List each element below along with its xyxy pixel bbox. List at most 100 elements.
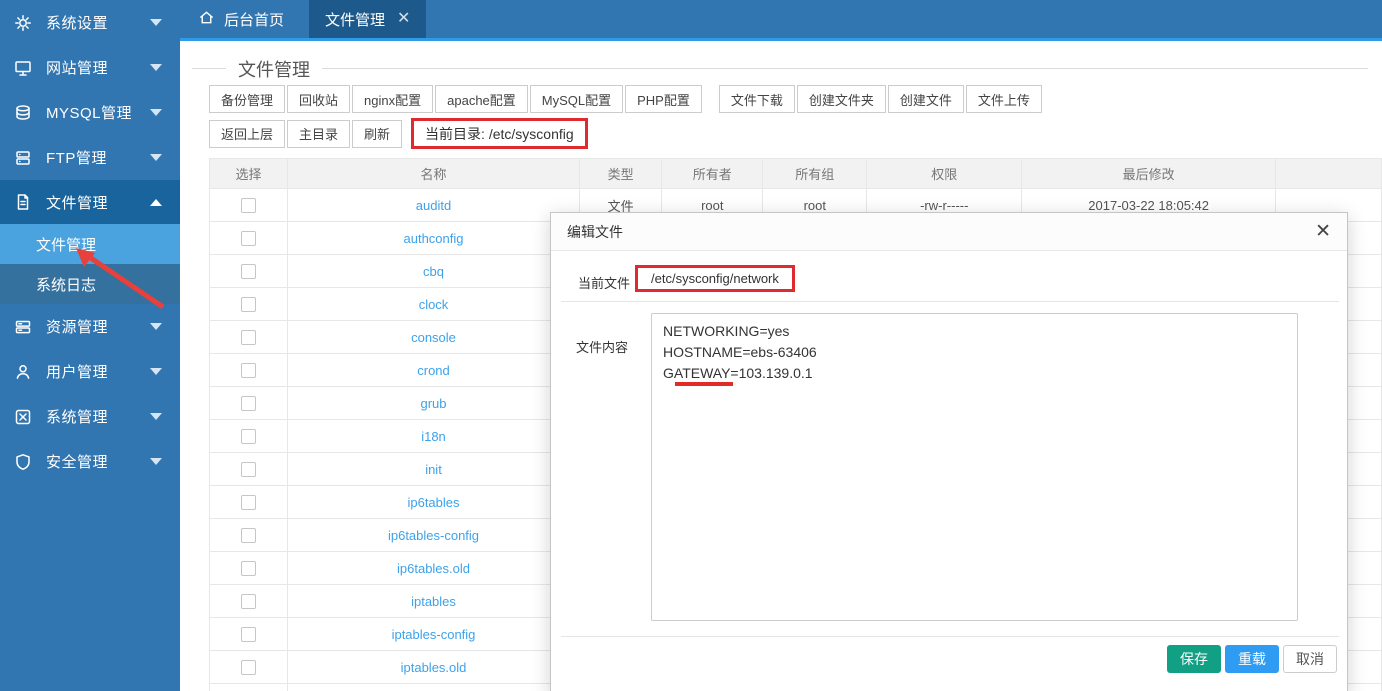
column-header: 所有者 bbox=[662, 159, 763, 189]
chevron-down-icon bbox=[150, 19, 162, 26]
file-name-link[interactable]: i18n bbox=[421, 429, 446, 444]
toolbar-top: 备份管理回收站nginx配置apache配置MySQL配置PHP配置 文件下载创… bbox=[209, 85, 1382, 113]
column-header: 名称 bbox=[288, 159, 580, 189]
sidebar-subitem[interactable]: 文件管理 bbox=[0, 224, 180, 264]
dialog-footer-divider bbox=[561, 636, 1339, 637]
file-content-label: 文件内容 bbox=[576, 337, 628, 356]
toolbar-row2: 返回上层主目录刷新 bbox=[209, 120, 404, 148]
row-checkbox[interactable] bbox=[241, 594, 256, 609]
file-name-link[interactable]: iptables-config bbox=[392, 627, 476, 642]
toolbar-button[interactable]: 返回上层 bbox=[209, 120, 285, 148]
tab-active-label: 文件管理 bbox=[325, 9, 385, 30]
home-icon bbox=[198, 9, 215, 30]
row-checkbox[interactable] bbox=[241, 627, 256, 642]
shield-icon bbox=[13, 453, 33, 471]
file-name-link[interactable]: console bbox=[411, 330, 456, 345]
column-header: 权限 bbox=[867, 159, 1022, 189]
sidebar-item[interactable]: 网站管理 bbox=[0, 45, 180, 90]
chevron-down-icon bbox=[150, 64, 162, 71]
row-checkbox[interactable] bbox=[241, 528, 256, 543]
dialog-header: 编辑文件 ✕ bbox=[551, 213, 1347, 251]
toolbar-button[interactable]: 创建文件 bbox=[888, 85, 964, 113]
sidebar-item-label: 系统管理 bbox=[46, 406, 150, 427]
file-name-link[interactable]: iptables.old bbox=[401, 660, 467, 675]
row-checkbox[interactable] bbox=[241, 495, 256, 510]
row-checkbox[interactable] bbox=[241, 297, 256, 312]
sidebar-item[interactable]: 安全管理 bbox=[0, 439, 180, 484]
sidebar-item[interactable]: FTP管理 bbox=[0, 135, 180, 180]
tab-file-management[interactable]: 文件管理 ✕ bbox=[309, 0, 426, 38]
toolbar-button[interactable]: 创建文件夹 bbox=[797, 85, 886, 113]
file-name-link[interactable]: cbq bbox=[423, 264, 444, 279]
file-name-link[interactable]: ip6tables.old bbox=[397, 561, 470, 576]
toolbar-button[interactable]: 文件下载 bbox=[719, 85, 795, 113]
sidebar-item-label: 用户管理 bbox=[46, 361, 150, 382]
toolbar-button[interactable]: MySQL配置 bbox=[530, 85, 623, 113]
row-checkbox[interactable] bbox=[241, 396, 256, 411]
toolbar-row1b: 文件下载创建文件夹创建文件文件上传 bbox=[719, 85, 1044, 113]
row-checkbox[interactable] bbox=[241, 198, 256, 213]
toolbar-nav: 返回上层主目录刷新 当前目录: /etc/sysconfig bbox=[209, 118, 1382, 149]
row-checkbox[interactable] bbox=[241, 330, 256, 345]
file-name-link[interactable]: authconfig bbox=[404, 231, 464, 246]
file-name-link[interactable]: grub bbox=[420, 396, 446, 411]
sidebar-item[interactable]: 系统设置 bbox=[0, 0, 180, 45]
chevron-down-icon bbox=[150, 458, 162, 465]
chevron-down-icon bbox=[150, 154, 162, 161]
sidebar-item-label: 安全管理 bbox=[46, 451, 150, 472]
toolbar-button[interactable]: PHP配置 bbox=[625, 85, 702, 113]
file-content-textarea[interactable]: NETWORKING=yes HOSTNAME=ebs-63406 GATEWA… bbox=[651, 313, 1298, 621]
sidebar-item[interactable]: 文件管理 bbox=[0, 180, 180, 224]
toolbar-button[interactable]: 备份管理 bbox=[209, 85, 285, 113]
chevron-down-icon bbox=[150, 323, 162, 330]
row-checkbox[interactable] bbox=[241, 363, 256, 378]
chevron-down-icon bbox=[150, 413, 162, 420]
row-checkbox[interactable] bbox=[241, 231, 256, 246]
sidebar-item[interactable]: 资源管理 bbox=[0, 304, 180, 349]
sidebar-item[interactable]: 系统管理 bbox=[0, 394, 180, 439]
toolbar-button[interactable]: nginx配置 bbox=[352, 85, 433, 113]
toolbar-button[interactable]: apache配置 bbox=[435, 85, 528, 113]
row-checkbox[interactable] bbox=[241, 264, 256, 279]
file-name-link[interactable]: crond bbox=[417, 363, 450, 378]
close-dialog-icon[interactable]: ✕ bbox=[1315, 222, 1331, 241]
sidebar-item[interactable]: 用户管理 bbox=[0, 349, 180, 394]
column-header: 最后修改 bbox=[1022, 159, 1276, 189]
chevron-up-icon bbox=[150, 199, 162, 206]
tab-home[interactable]: 后台首页 bbox=[180, 0, 309, 38]
file-name-link[interactable]: init bbox=[425, 462, 442, 477]
tab-home-label: 后台首页 bbox=[224, 9, 284, 30]
row-checkbox[interactable] bbox=[241, 561, 256, 576]
toolbar-button[interactable]: 回收站 bbox=[287, 85, 350, 113]
user-icon bbox=[13, 363, 33, 381]
tools-icon bbox=[13, 408, 33, 426]
server-icon bbox=[13, 149, 33, 167]
file-name-link[interactable]: ip6tables-config bbox=[388, 528, 479, 543]
row-checkbox[interactable] bbox=[241, 429, 256, 444]
cancel-button[interactable]: 取消 bbox=[1283, 645, 1337, 673]
toolbar-button[interactable]: 文件上传 bbox=[966, 85, 1042, 113]
close-tab-icon[interactable]: ✕ bbox=[397, 11, 410, 27]
file-name-link[interactable]: clock bbox=[419, 297, 449, 312]
tab-bar: 后台首页 文件管理 ✕ bbox=[180, 0, 1382, 41]
save-button[interactable]: 保存 bbox=[1167, 645, 1221, 673]
file-name-link[interactable]: ip6tables bbox=[407, 495, 459, 510]
row-checkbox[interactable] bbox=[241, 462, 256, 477]
sidebar-item[interactable]: MYSQL管理 bbox=[0, 90, 180, 135]
chevron-down-icon bbox=[150, 368, 162, 375]
sidebar-item-label: 资源管理 bbox=[46, 316, 150, 337]
column-header: 选择 bbox=[210, 159, 288, 189]
file-name-link[interactable]: iptables bbox=[411, 594, 456, 609]
gateway-red-underline bbox=[675, 382, 733, 386]
table-header-row: 选择名称类型所有者所有组权限最后修改 bbox=[210, 159, 1382, 189]
sidebar-subitem[interactable]: 系统日志 bbox=[0, 264, 180, 304]
column-header: 类型 bbox=[579, 159, 661, 189]
sidebar-item-label: FTP管理 bbox=[46, 147, 150, 168]
dialog-footer: 保存 重载 取消 bbox=[1167, 645, 1337, 673]
reload-button[interactable]: 重载 bbox=[1225, 645, 1279, 673]
toolbar-button[interactable]: 主目录 bbox=[287, 120, 350, 148]
current-file-value: /etc/sysconfig/network bbox=[635, 265, 795, 292]
file-name-link[interactable]: auditd bbox=[416, 198, 451, 213]
toolbar-button[interactable]: 刷新 bbox=[352, 120, 402, 148]
row-checkbox[interactable] bbox=[241, 660, 256, 675]
